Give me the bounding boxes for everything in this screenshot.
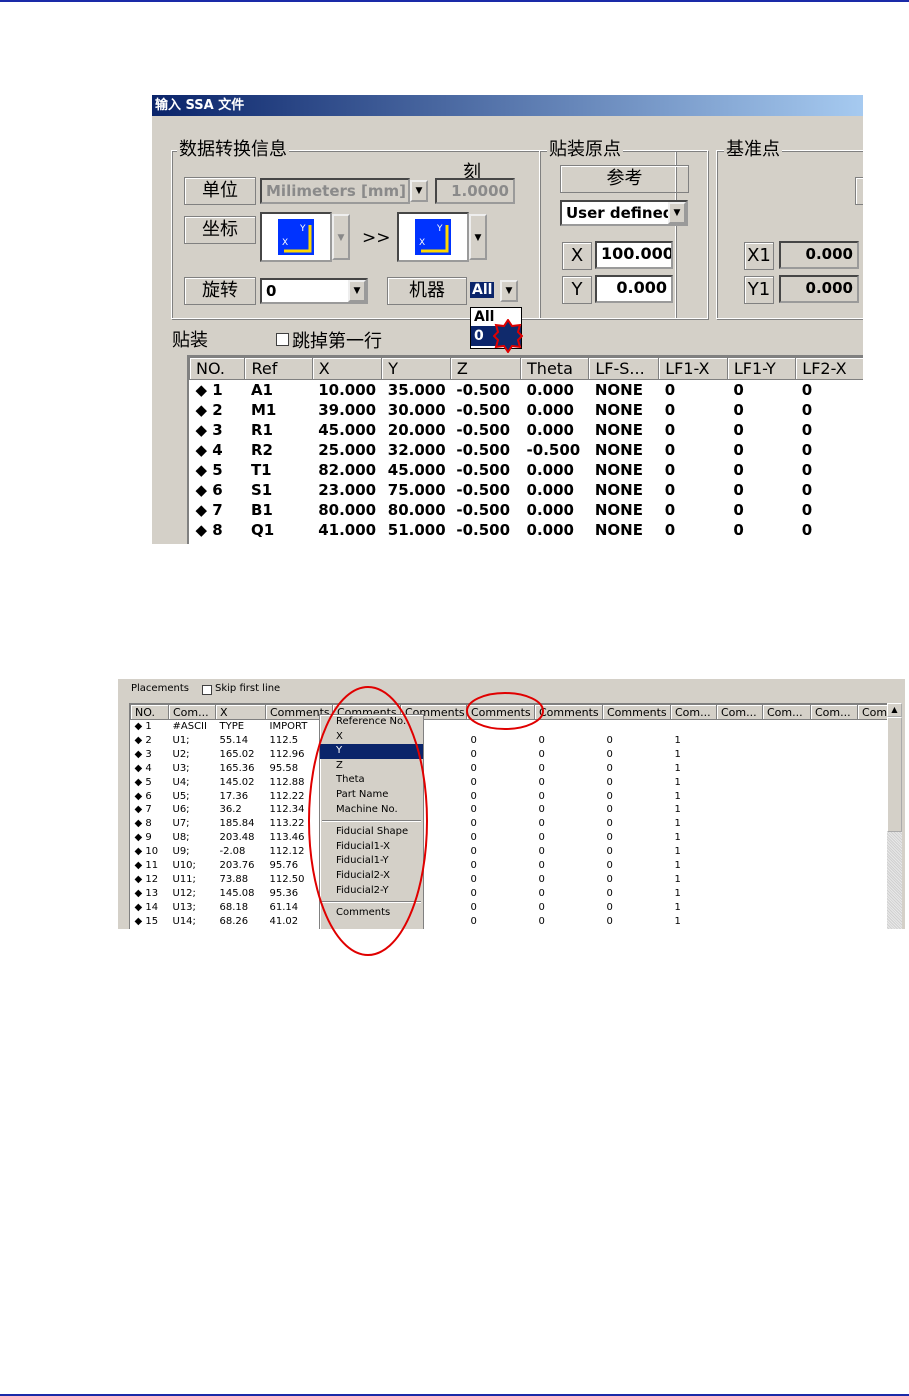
- menu-annotation-ellipse: [308, 686, 428, 956]
- annotation-overlay: [308, 686, 544, 956]
- header-annotation-ellipse: [466, 692, 544, 730]
